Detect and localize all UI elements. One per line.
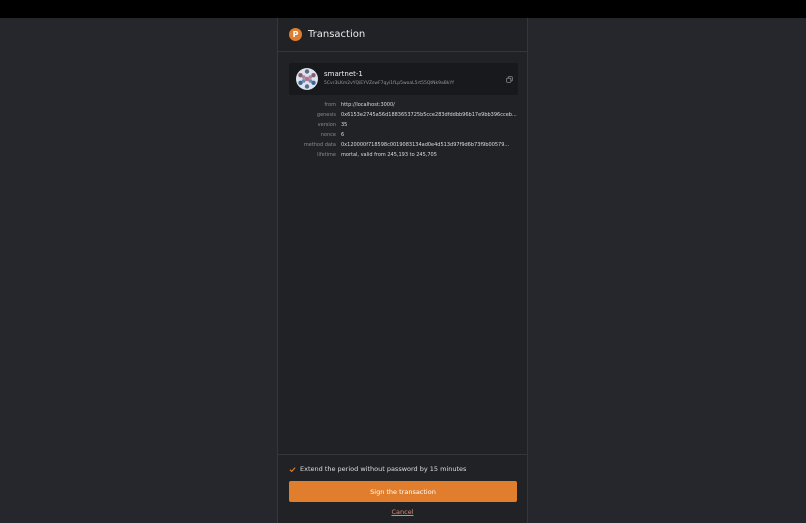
detail-label: version [317, 122, 336, 128]
popup-footer: Extend the period without password by 15… [278, 454, 527, 523]
identicon-avatar [296, 68, 318, 90]
account-card: smartnet-1 5Cvr3LKm2vYQiEYVZswF7qyi1fLp5… [289, 63, 518, 95]
detail-label: method data [303, 142, 336, 148]
transaction-details: from http://localhost:3000/ genesis 0x61… [278, 100, 527, 160]
detail-value: 35 [341, 122, 348, 128]
extend-period-label: Extend the period without password by 15… [300, 465, 467, 473]
detail-value: 6 [341, 132, 345, 138]
sign-transaction-button[interactable]: Sign the transaction [289, 481, 517, 502]
account-name: smartnet-1 [324, 70, 363, 78]
detail-row-method-data: method data 0x120000f718598c0019083134ad… [278, 140, 527, 150]
extension-popup: P Transaction smartnet-1 5Cvr3LKm2vYQiEY… [277, 18, 528, 523]
popup-header: P Transaction [278, 18, 527, 52]
detail-row-lifetime: lifetime mortal, valid from 245,193 to 2… [278, 150, 527, 160]
detail-label: lifetime [317, 152, 336, 158]
detail-row-genesis: genesis 0x6153e2745a56d1883653725b5cce28… [278, 110, 527, 120]
page-title: Transaction [308, 29, 366, 40]
copy-icon[interactable] [506, 76, 513, 83]
extend-period-option[interactable]: Extend the period without password by 15… [289, 465, 466, 473]
detail-value: 0x6153e2745a56d1883653725b5cce283dfddbb9… [341, 112, 517, 118]
cancel-link[interactable]: Cancel [278, 508, 527, 516]
detail-value: mortal, valid from 245,193 to 245,705 [341, 152, 437, 158]
detail-label: from [324, 102, 336, 108]
top-bar [0, 0, 806, 18]
detail-row-nonce: nonce 6 [278, 130, 527, 140]
detail-label: nonce [320, 132, 336, 138]
detail-value: http://localhost:3000/ [341, 102, 395, 108]
checkmark-icon[interactable] [289, 466, 296, 473]
polkadot-logo-icon: P [289, 28, 302, 41]
detail-value: 0x120000f718598c0019083134ad0e4d513d97f9… [341, 142, 510, 148]
detail-row-from: from http://localhost:3000/ [278, 100, 527, 110]
account-address: 5Cvr3LKm2vYQiEYVZswF7qyi1fLp5woaL5rt55Qt… [324, 81, 454, 86]
detail-label: genesis [316, 112, 336, 118]
detail-row-version: version 35 [278, 120, 527, 130]
